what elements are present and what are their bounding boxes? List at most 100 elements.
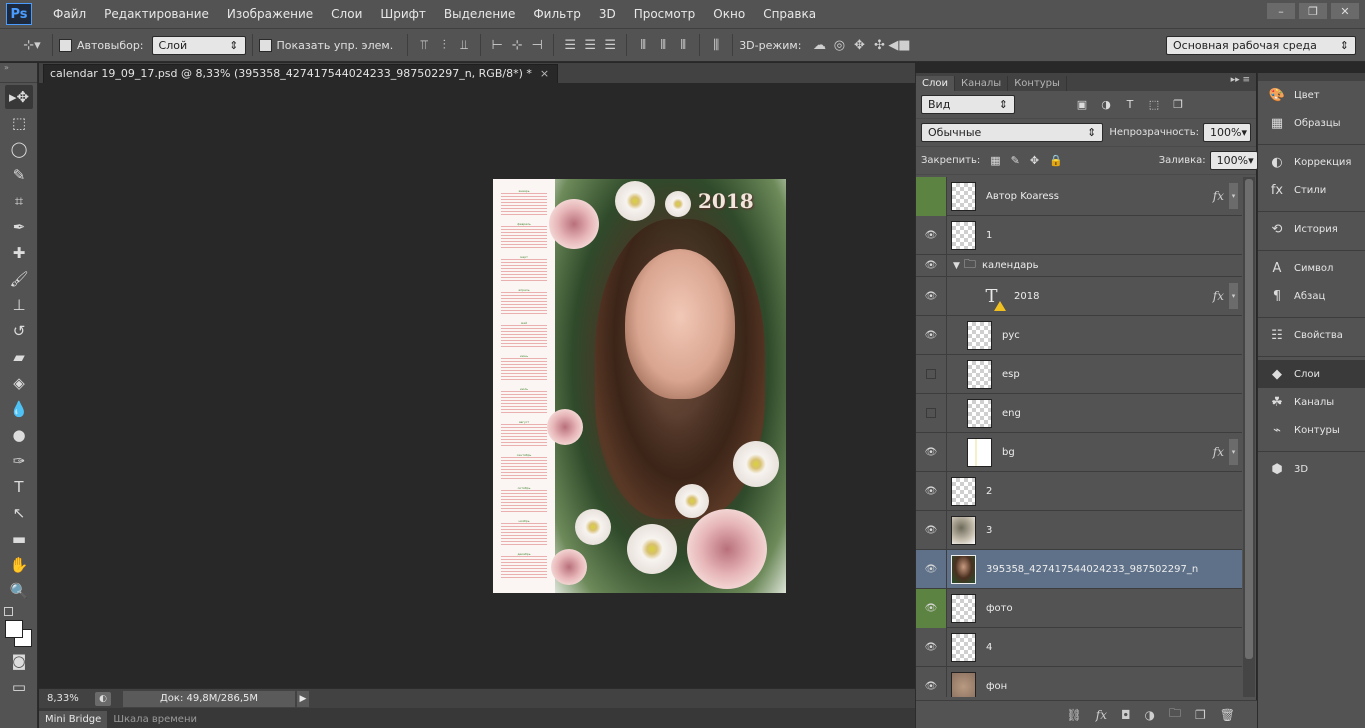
distribute-left-icon[interactable]: ⦀ — [633, 35, 653, 55]
layer-filter-dropdown[interactable]: Вид ⇕ — [921, 95, 1015, 114]
panel-grip[interactable]: » — [0, 63, 37, 83]
tab-channels[interactable]: Каналы — [955, 76, 1009, 91]
canvas-area[interactable]: январь февраль март апрель май июнь июль август… — [39, 83, 915, 688]
eye-icon[interactable]: 👁 — [916, 549, 947, 589]
auto-align-icon[interactable]: ⫼ — [706, 35, 726, 55]
distribute-bottom-icon[interactable]: ☰ — [600, 35, 620, 55]
quick-select-tool-icon[interactable]: ✎ — [5, 163, 33, 187]
layer-row[interactable]: 👁 фон — [916, 666, 1242, 697]
layer-row[interactable]: 👁 3 — [916, 510, 1242, 550]
brush-tool-icon[interactable]: 🖌 — [5, 267, 33, 291]
history-brush-tool-icon[interactable]: ↺ — [5, 319, 33, 343]
align-left-icon[interactable]: ⊢ — [487, 35, 507, 55]
fx-icon[interactable]: fx — [1213, 289, 1224, 303]
3d-roll-icon[interactable]: ◎ — [829, 35, 849, 55]
restore-icon[interactable]: ❐ — [1299, 3, 1327, 19]
new-layer-icon[interactable]: ❐ — [1195, 708, 1206, 722]
marquee-tool-icon[interactable]: ⬚ — [5, 111, 33, 135]
status-menu-arrow-icon[interactable]: ▶ — [297, 690, 309, 707]
dock-paths[interactable]: ⌁ Контуры — [1258, 416, 1365, 444]
menu-filter[interactable]: Фильтр — [524, 0, 589, 28]
show-transform-checkbox[interactable] — [258, 38, 272, 52]
document-tab[interactable]: calendar 19_09_17.psd @ 8,33% (395358_42… — [43, 64, 559, 83]
lock-all-icon[interactable]: 🔒 — [1049, 154, 1063, 168]
menu-3d[interactable]: 3D — [590, 0, 625, 28]
dock-3d[interactable]: ⬢ 3D — [1258, 455, 1365, 483]
eraser-tool-icon[interactable]: ▰ — [5, 345, 33, 369]
lock-transparency-icon[interactable]: ▦ — [990, 154, 1000, 168]
fx-icon[interactable]: fx — [1213, 445, 1224, 459]
new-group-icon[interactable]: 🗀 — [1169, 704, 1181, 725]
add-style-icon[interactable]: fx — [1096, 708, 1107, 722]
expand-effects-icon[interactable]: ▾ — [1229, 283, 1238, 309]
default-colors-icon[interactable] — [4, 607, 13, 616]
lock-pixels-icon[interactable]: ✎ — [1011, 154, 1020, 168]
minimize-icon[interactable]: – — [1267, 3, 1295, 19]
dock-color[interactable]: 🎨 Цвет — [1258, 81, 1365, 109]
dock-grip[interactable] — [1258, 73, 1365, 81]
fill-field[interactable]: 100% ▾ — [1209, 151, 1258, 170]
layer-row[interactable]: 👁 bg fx ▾ — [916, 432, 1242, 472]
blur-tool-icon[interactable]: 💧 — [5, 397, 33, 421]
3d-pan-icon[interactable]: ✥ — [849, 35, 869, 55]
dock-channels[interactable]: ☘ Каналы — [1258, 388, 1365, 416]
layer-row[interactable]: Автор Koaress fx ▾ — [916, 177, 1242, 216]
layer-group-row[interactable]: 👁 ▼ 🗀 календарь — [916, 254, 1242, 277]
opacity-field[interactable]: 100% ▾ — [1203, 123, 1251, 142]
autoselect-dropdown[interactable]: Слой ⇕ — [151, 35, 246, 55]
3d-rotate-icon[interactable]: ☁ — [809, 35, 829, 55]
filter-smart-object-icon[interactable]: ❐ — [1171, 98, 1185, 112]
eye-icon[interactable]: 👁 — [916, 276, 947, 316]
eye-icon[interactable]: 👁 — [916, 588, 947, 628]
align-bottom-icon[interactable]: ⫫ — [454, 35, 474, 55]
healing-tool-icon[interactable]: ✚ — [5, 241, 33, 265]
link-layers-icon[interactable]: ⛓ — [1067, 708, 1082, 722]
menu-help[interactable]: Справка — [754, 0, 825, 28]
dock-layers[interactable]: ◆ Слои — [1258, 360, 1365, 388]
autoselect-checkbox[interactable] — [59, 38, 72, 52]
eye-icon[interactable]: 👁 — [916, 254, 947, 277]
fx-icon[interactable]: fx — [1213, 189, 1224, 203]
layers-scrollbar[interactable] — [1243, 177, 1255, 697]
type-tool-icon[interactable]: T — [5, 475, 33, 499]
screen-mode-icon[interactable]: ▭ — [5, 675, 33, 699]
dock-adjustments[interactable]: ◐ Коррекция — [1258, 148, 1365, 176]
distribute-top-icon[interactable]: ☰ — [560, 35, 580, 55]
layer-row[interactable]: esp — [916, 354, 1242, 394]
crop-tool-icon[interactable]: ⌗ — [5, 189, 33, 213]
dock-history[interactable]: ⟲ История — [1258, 215, 1365, 243]
filter-adjustment-icon[interactable]: ◑ — [1099, 98, 1113, 112]
menu-window[interactable]: Окно — [704, 0, 754, 28]
eye-icon[interactable]: 👁 — [916, 627, 947, 667]
zoom-tool-icon[interactable]: 🔍 — [5, 579, 33, 603]
new-adjustment-icon[interactable]: ◑ — [1145, 708, 1155, 722]
tab-layers[interactable]: Слои — [916, 76, 955, 91]
dodge-tool-icon[interactable]: ● — [5, 423, 33, 447]
eye-icon[interactable]: 👁 — [916, 510, 947, 550]
eyedropper-tool-icon[interactable]: ✒ — [5, 215, 33, 239]
layer-row-selected[interactable]: 👁 395358_427417544024233_987502297_n — [916, 549, 1242, 589]
dock-character[interactable]: A Символ — [1258, 254, 1365, 282]
distribute-vcenter-icon[interactable]: ☰ — [580, 35, 600, 55]
layer-row[interactable]: 👁 2 — [916, 471, 1242, 511]
distribute-right-icon[interactable]: ⦀ — [673, 35, 693, 55]
group-expand-arrow-icon[interactable]: ▼ — [953, 261, 960, 271]
align-top-icon[interactable]: ⫪ — [414, 35, 434, 55]
eye-icon[interactable]: 👁 — [916, 471, 947, 511]
eye-icon[interactable]: 👁 — [916, 432, 947, 472]
pen-tool-icon[interactable]: ✑ — [5, 449, 33, 473]
menu-edit[interactable]: Редактирование — [95, 0, 218, 28]
align-vcenter-icon[interactable]: ⫶ — [434, 35, 454, 55]
dock-paragraph[interactable]: ¶ Абзац — [1258, 282, 1365, 310]
align-hcenter-icon[interactable]: ⊹ — [507, 35, 527, 55]
layer-row[interactable]: 👁 фото — [916, 588, 1242, 628]
dock-properties[interactable]: ☷ Свойства — [1258, 321, 1365, 349]
menu-layers[interactable]: Слои — [322, 0, 371, 28]
lock-position-icon[interactable]: ✥ — [1030, 154, 1039, 168]
layer-row[interactable]: 👁 4 — [916, 627, 1242, 667]
filter-shape-icon[interactable]: ⬚ — [1147, 98, 1161, 112]
filter-type-icon[interactable]: T — [1123, 98, 1137, 112]
dock-styles[interactable]: fx Стили — [1258, 176, 1365, 204]
3d-scale-icon[interactable]: ◀■ — [888, 35, 910, 55]
move-tool-icon[interactable]: ▸✥ — [5, 85, 33, 109]
